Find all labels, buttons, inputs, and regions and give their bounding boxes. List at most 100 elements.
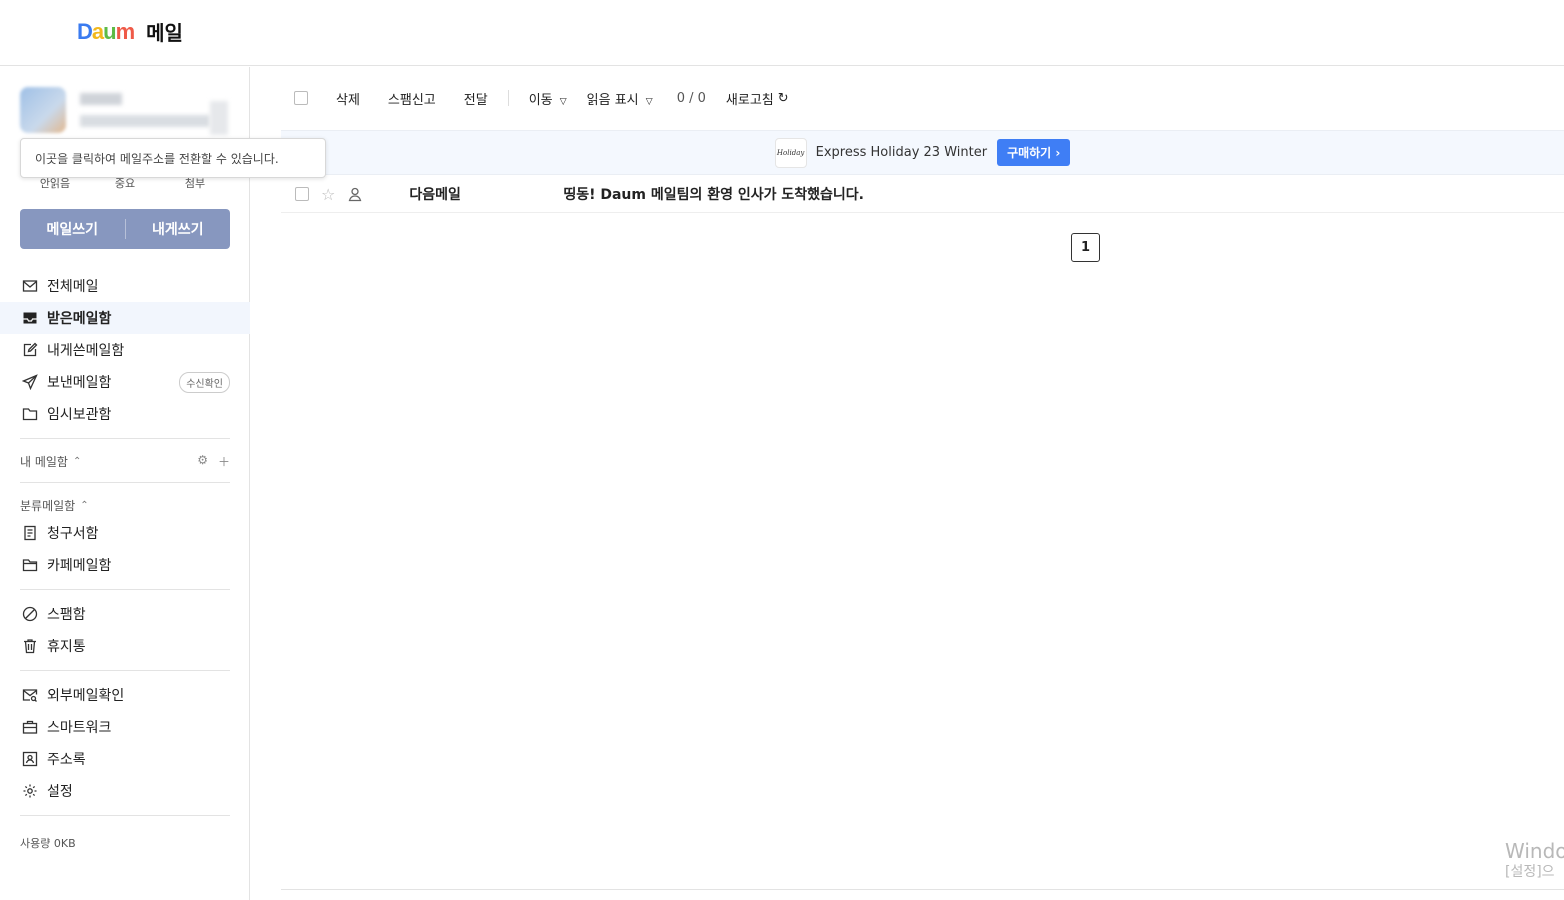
contacts-icon xyxy=(22,751,38,767)
profile-email-blurred[interactable] xyxy=(80,115,210,127)
star-icon[interactable]: ☆ xyxy=(321,185,335,204)
chevron-up-icon: ⌃ xyxy=(80,500,89,511)
gear-icon xyxy=(22,783,38,799)
move-label: 이동 xyxy=(528,92,553,108)
divider xyxy=(281,889,1564,890)
nav-smartwork[interactable]: 스마트워크 xyxy=(0,711,250,743)
mail-row[interactable]: ☆ 다음메일 띵동! Daum 메일팀의 환영 인사가 도착했습니다. xyxy=(281,176,1564,213)
tools-nav: 외부메일확인 스마트워크 주소록 설정 xyxy=(0,679,250,807)
account-switch-tooltip: 이곳을 클릭하여 메일주소를 전환할 수 있습니다. xyxy=(20,138,326,178)
avatar[interactable] xyxy=(20,87,66,133)
storage-usage: 사용량 0KB xyxy=(20,837,76,850)
mail-sender: 다음메일 xyxy=(409,187,461,203)
nav-settings[interactable]: 설정 xyxy=(0,775,250,807)
nav-sent[interactable]: 보낸메일함 수신확인 xyxy=(0,366,250,398)
section-title: 내 메일함 xyxy=(20,455,68,469)
section-tools: ⚙ ＋ xyxy=(197,453,230,470)
nav-spam[interactable]: 스팸함 xyxy=(0,598,250,630)
nav-inbox[interactable]: 받은메일함 xyxy=(0,302,250,334)
nav-contacts[interactable]: 주소록 xyxy=(0,743,250,775)
service-title: 메일 xyxy=(146,21,183,45)
trash-icon xyxy=(22,638,38,654)
daum-mail-logo[interactable]: Daum 메일 xyxy=(77,17,183,46)
mail-list-pane: 삭제 스팸신고 전달 이동 ▽ 읽음 표시 ▽ 0 / 0 새로고침 ↻ Hol… xyxy=(251,67,1564,900)
compose-button[interactable]: 메일쓰기 xyxy=(20,219,125,239)
nav-label: 내게쓴메일함 xyxy=(47,343,125,359)
write-to-self-button[interactable]: 내게쓰기 xyxy=(126,219,231,239)
mark-read-label: 읽음 표시 xyxy=(586,92,639,108)
chevron-down-icon: ▽ xyxy=(645,96,653,107)
nav-cafe-mail[interactable]: 카페메일함 xyxy=(0,549,250,581)
briefcase-icon xyxy=(22,719,38,735)
mark-read-dropdown[interactable]: 읽음 표시 ▽ xyxy=(587,89,653,108)
inbox-icon xyxy=(22,310,38,326)
banner-thumbnail: Holiday xyxy=(774,137,807,168)
nav-label: 외부메일확인 xyxy=(47,688,125,704)
refresh-button[interactable]: 새로고침 ↻ xyxy=(726,89,789,108)
person-icon[interactable] xyxy=(347,186,363,202)
page-1-button[interactable]: 1 xyxy=(1071,233,1100,262)
gear-icon[interactable]: ⚙ xyxy=(197,453,208,470)
banner-text: Express Holiday 23 Winter xyxy=(815,145,988,160)
nav-trash[interactable]: 휴지통 xyxy=(0,630,250,662)
top-bar: Daum 메일 xyxy=(0,0,1564,66)
divider xyxy=(20,438,230,439)
nav-label: 임시보관함 xyxy=(47,407,112,423)
divider xyxy=(20,670,230,671)
ad-banner[interactable]: Holiday Express Holiday 23 Winter 구매하기 › xyxy=(281,130,1564,175)
categories-header[interactable]: 분류메일함 ⌃ xyxy=(20,497,230,514)
toolbar-divider xyxy=(507,90,509,106)
block-icon xyxy=(22,606,38,622)
refresh-icon: ↻ xyxy=(777,90,789,106)
nav-label: 설정 xyxy=(47,784,73,800)
write-buttons: 메일쓰기 내게쓰기 xyxy=(20,209,230,249)
edit-note-icon xyxy=(22,342,38,358)
delete-button[interactable]: 삭제 xyxy=(336,89,360,108)
send-icon xyxy=(22,374,38,390)
nav-label: 청구서함 xyxy=(47,526,99,542)
nav-all-mail[interactable]: 전체메일 xyxy=(0,270,250,302)
plus-icon[interactable]: ＋ xyxy=(218,453,230,470)
folder-icon xyxy=(22,406,38,422)
envelope-icon xyxy=(22,278,38,294)
receipt-icon xyxy=(22,525,38,541)
profile-switch-blurred[interactable] xyxy=(210,101,228,135)
divider xyxy=(20,589,230,590)
forward-button[interactable]: 전달 xyxy=(464,89,488,108)
watermark-line: Windo xyxy=(1505,839,1564,863)
section-title: 분류메일함 xyxy=(20,499,76,513)
mailbox-nav: 전체메일 받은메일함 내게쓴메일함 보낸메일함 수신확인 임시보관함 xyxy=(0,270,250,430)
nav-drafts[interactable]: 임시보관함 xyxy=(0,398,250,430)
select-all-checkbox[interactable] xyxy=(294,91,308,105)
mail-checkbox[interactable] xyxy=(295,187,309,201)
nav-label: 주소록 xyxy=(47,752,86,768)
nav-label: 휴지통 xyxy=(47,639,86,655)
chevron-up-icon: ⌃ xyxy=(72,456,82,467)
selection-count: 0 / 0 xyxy=(676,90,706,106)
spam-trash-nav: 스팸함 휴지통 xyxy=(0,598,250,662)
divider xyxy=(20,482,230,483)
nav-label: 스팸함 xyxy=(47,607,86,623)
profile-name-blurred[interactable] xyxy=(80,93,122,105)
nav-external-mail[interactable]: 외부메일확인 xyxy=(0,679,250,711)
sidebar: 이곳을 클릭하여 메일주소를 전환할 수 있습니다. 안읽음 중요 첨부 메일쓰… xyxy=(0,67,326,900)
my-folders-header[interactable]: 내 메일함 ⌃ ⚙ ＋ xyxy=(20,453,230,470)
category-nav: 청구서함 카페메일함 xyxy=(0,517,250,581)
nav-label: 보낸메일함 xyxy=(47,375,112,391)
nav-label: 받은메일함 xyxy=(47,311,112,327)
nav-self-sent[interactable]: 내게쓴메일함 xyxy=(0,334,250,366)
report-spam-button[interactable]: 스팸신고 xyxy=(388,89,436,108)
nav-label: 카페메일함 xyxy=(47,558,112,574)
move-dropdown[interactable]: 이동 ▽ xyxy=(529,89,567,108)
folder-icon xyxy=(22,557,38,573)
divider xyxy=(20,815,230,816)
read-receipt-badge[interactable]: 수신확인 xyxy=(179,372,230,393)
nav-label: 스마트워크 xyxy=(47,720,112,736)
mail-subject[interactable]: 띵동! Daum 메일팀의 환영 인사가 도착했습니다. xyxy=(563,184,864,204)
watermark-line: [설정]으 xyxy=(1505,864,1555,880)
mail-search-icon xyxy=(22,687,38,703)
nav-invoices[interactable]: 청구서함 xyxy=(0,517,250,549)
daum-logo: Daum xyxy=(77,18,135,44)
chevron-down-icon: ▽ xyxy=(559,96,567,107)
buy-button[interactable]: 구매하기 › xyxy=(997,139,1071,166)
